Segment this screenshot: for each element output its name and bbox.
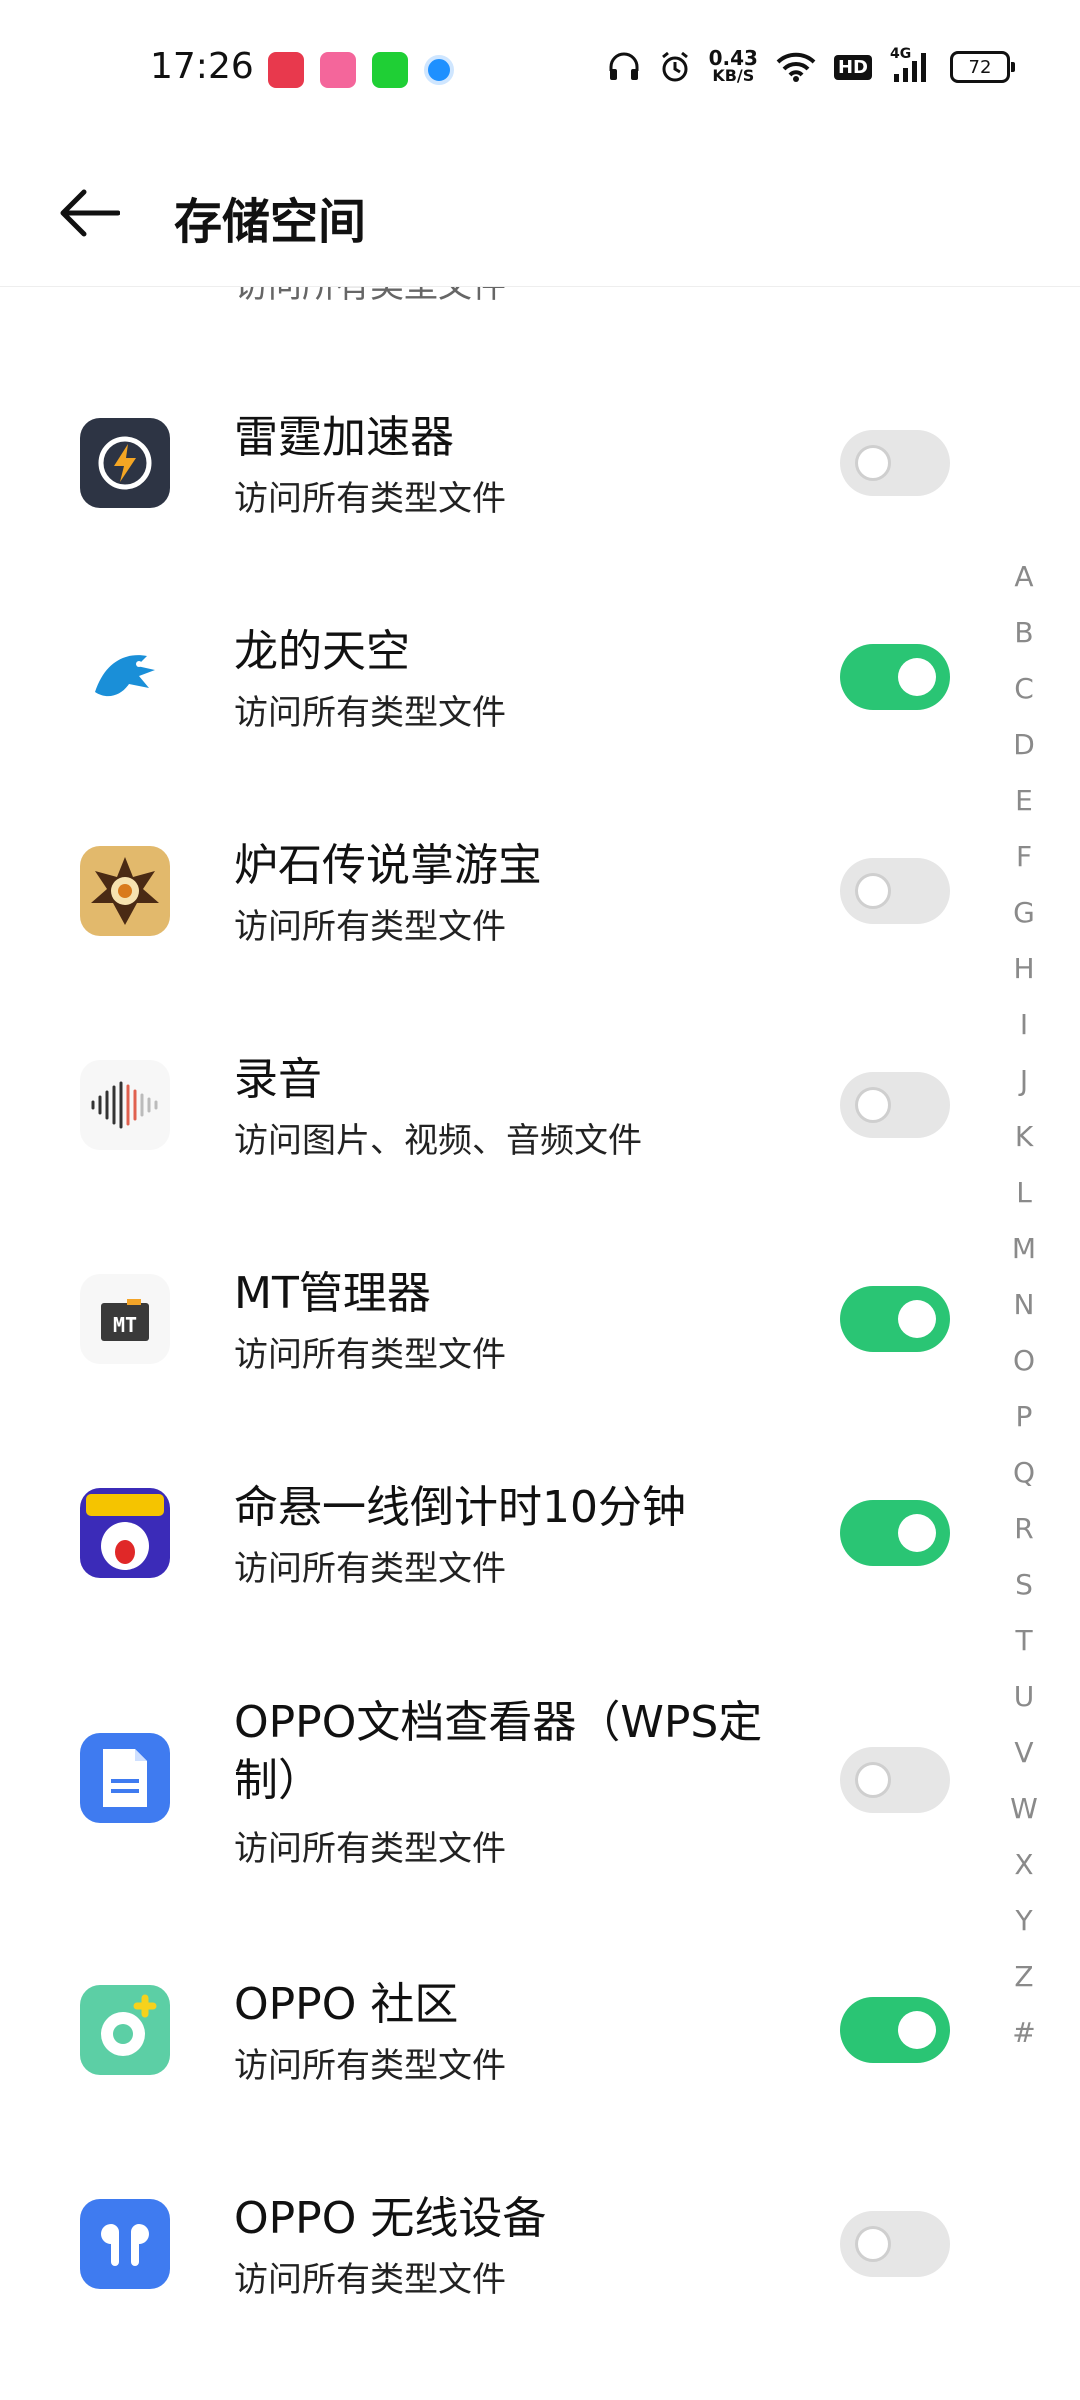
wifi-icon (776, 52, 816, 82)
index-letter[interactable]: X (1006, 1848, 1042, 1881)
app-name: 龙的天空 (234, 626, 410, 677)
app-permission-desc: 访问图片、视频、音频文件 (234, 1121, 642, 1161)
hd-badge: HD (833, 54, 872, 80)
index-letter[interactable]: V (1006, 1736, 1042, 1769)
permission-toggle[interactable] (840, 430, 950, 496)
cell-signal-icon: 4G (890, 46, 932, 84)
app-permission-desc: 访问所有类型文件 (234, 907, 506, 947)
svg-text:MT: MT (113, 1313, 137, 1337)
app-bar: 存储空间 (0, 140, 1080, 287)
status-bar: 17:26 0.43 KB/S HD 4G 72 (0, 0, 1080, 140)
index-letter[interactable]: J (1006, 1064, 1042, 1097)
status-time: 17:26 (150, 46, 254, 87)
index-letter[interactable]: F (1006, 840, 1042, 873)
permission-toggle[interactable] (840, 1747, 950, 1813)
index-letter[interactable]: O (1006, 1344, 1042, 1377)
permission-toggle[interactable] (840, 858, 950, 924)
index-letter[interactable]: M (1006, 1232, 1042, 1265)
index-letter[interactable]: Z (1006, 1960, 1042, 1993)
network-speed: 0.43 KB/S (708, 46, 758, 85)
page-title: 存储空间 (174, 194, 367, 250)
iqiyi-app-icon (372, 52, 408, 88)
index-letter[interactable]: I (1006, 1008, 1042, 1041)
app-name: OPPO 社区 (234, 1979, 459, 2030)
app-name: MT管理器 (234, 1268, 431, 1319)
index-letter[interactable]: G (1006, 896, 1042, 929)
permission-toggle[interactable] (840, 2211, 950, 2277)
permission-toggle[interactable] (840, 1072, 950, 1138)
app-name: OPPO文档查看器（WPS定制） (234, 1697, 763, 1806)
battery-indicator: 72 (950, 51, 1015, 83)
index-letter[interactable]: D (1006, 728, 1042, 761)
mt-manager-app-icon: MT (80, 1274, 170, 1364)
permission-toggle[interactable] (840, 644, 950, 710)
app-name: 录音 (234, 1054, 322, 1105)
index-letter[interactable]: K (1006, 1120, 1042, 1153)
recorder-app-icon (80, 1060, 170, 1150)
app-permission-desc: 访问所有类型文件 (234, 479, 506, 519)
index-letter[interactable]: R (1006, 1512, 1042, 1545)
bilibili-app-icon (320, 52, 356, 88)
index-letter[interactable]: U (1006, 1680, 1042, 1713)
headphones-icon (609, 52, 639, 80)
app-name: 命悬一线倒计时10分钟 (234, 1482, 686, 1533)
index-letter[interactable]: # (1006, 2016, 1042, 2049)
app-permission-desc: 访问所有类型文件 (234, 2260, 506, 2300)
index-letter[interactable]: E (1006, 784, 1042, 817)
app-name: 雷霆加速器 (234, 412, 454, 463)
thunder-accelerator-app-icon (80, 418, 170, 508)
alarm-icon (661, 51, 688, 82)
dragon-sky-app-icon (80, 632, 170, 722)
app-permission-desc: 访问所有类型文件 (234, 1829, 506, 1869)
index-letter[interactable]: S (1006, 1568, 1042, 1601)
index-letter[interactable]: H (1006, 952, 1042, 985)
app-permission-desc: 访问所有类型文件 (234, 1335, 506, 1375)
index-letter[interactable]: P (1006, 1400, 1042, 1433)
index-letter[interactable]: W (1006, 1792, 1042, 1825)
permission-toggle[interactable] (840, 1500, 950, 1566)
index-letter[interactable]: B (1006, 616, 1042, 649)
permission-toggle[interactable] (840, 1286, 950, 1352)
video-app-icon (268, 52, 304, 88)
oppo-document-viewer-app-icon (80, 1733, 170, 1823)
oppo-community-app-icon (80, 1985, 170, 2075)
permission-toggle[interactable] (840, 1997, 950, 2063)
index-letter[interactable]: T (1006, 1624, 1042, 1657)
index-letter[interactable]: C (1006, 672, 1042, 705)
index-letter[interactable]: Q (1006, 1456, 1042, 1489)
index-letter[interactable]: N (1006, 1288, 1042, 1321)
countdown-game-app-icon (80, 1488, 170, 1578)
back-arrow-icon[interactable] (58, 188, 120, 238)
notification-icons (268, 52, 454, 88)
index-letter[interactable]: L (1006, 1176, 1042, 1209)
index-letter[interactable]: A (1006, 560, 1042, 593)
index-letter[interactable]: Y (1006, 1904, 1042, 1937)
app-permission-desc: 访问所有类型文件 (234, 693, 506, 733)
app-permission-desc: 访问所有类型文件 (234, 2046, 506, 2086)
dot-app-icon (424, 55, 454, 85)
app-permission-desc: 访问所有类型文件 (234, 1549, 506, 1589)
oppo-wireless-devices-app-icon (80, 2199, 170, 2289)
app-name: 炉石传说掌游宝 (234, 840, 542, 891)
app-name: OPPO 无线设备 (234, 2193, 547, 2244)
hearthstone-helper-app-icon (80, 846, 170, 936)
